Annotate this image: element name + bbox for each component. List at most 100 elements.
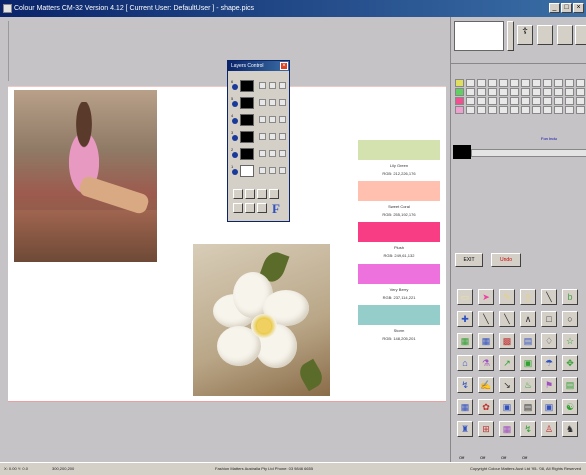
layer-checkbox[interactable] [269,167,276,174]
layer-visibility-icon[interactable] [232,84,238,90]
layer-row[interactable]: 1 [231,164,288,178]
colour-cell[interactable] [576,79,585,87]
close-button[interactable]: × [573,3,584,13]
layer-checkbox[interactable] [259,116,266,123]
maximize-button[interactable]: □ [561,3,572,13]
colour-cell[interactable] [565,106,574,114]
colour-swatch[interactable] [358,181,440,201]
photo-girl-pink-dress[interactable] [14,90,157,262]
layer-tool-button[interactable] [269,189,279,199]
layer-tool-button[interactable] [233,203,243,213]
layer-row[interactable]: 2 [231,147,288,161]
colour-cell[interactable] [466,106,475,114]
figure-icon[interactable]: ☦ [517,25,533,45]
layer-row[interactable]: 3 [231,130,288,144]
colour-cell[interactable] [532,106,541,114]
colour-cell[interactable] [554,106,563,114]
layer-tool-button[interactable] [245,203,255,213]
colour-cell[interactable] [510,97,519,105]
colour-cell[interactable] [488,97,497,105]
photo-white-flower[interactable] [193,244,330,396]
layer-checkbox[interactable] [269,133,276,140]
layer-checkbox[interactable] [279,133,286,140]
drawing-tool-icon[interactable]: ✿ [478,399,494,415]
drawing-tool-icon[interactable]: ♢ [541,333,557,349]
colour-cell[interactable] [565,79,574,87]
colour-cell[interactable] [455,88,464,96]
colour-cell[interactable] [488,79,497,87]
layer-visibility-icon[interactable] [232,101,238,107]
drawing-tool-icon[interactable]: ➤ [478,289,494,305]
colour-cell[interactable] [477,97,486,105]
colour-cell[interactable] [532,88,541,96]
colour-cell[interactable] [466,88,475,96]
drawing-tool-icon[interactable]: ▤ [562,377,578,393]
undo-button[interactable]: Undo [491,253,521,267]
minimize-button[interactable]: _ [549,3,560,13]
colour-cell[interactable] [554,88,563,96]
drawing-tool-icon[interactable]: ▦ [457,333,473,349]
colour-cell[interactable] [477,106,486,114]
drawing-tool-icon[interactable]: ▦ [457,399,473,415]
palette-icon[interactable] [557,25,573,45]
drawing-tool-icon[interactable]: ☆ [562,333,578,349]
colour-cell[interactable] [554,97,563,105]
layer-row[interactable]: 5 [231,96,288,110]
drawing-tool-icon[interactable]: ▦ [499,421,515,437]
drawing-tool-icon[interactable]: ✎ [499,289,515,305]
colour-cell[interactable] [499,106,508,114]
drawing-tool-icon[interactable]: b [562,289,578,305]
colour-cell[interactable] [466,97,475,105]
drawing-tool-icon[interactable]: ╲ [541,289,557,305]
layer-row[interactable]: 6 [231,79,288,93]
colour-cell[interactable] [543,88,552,96]
drawing-tool-icon[interactable]: ♜ [457,421,473,437]
colour-cell[interactable] [521,106,530,114]
drawing-tool-icon[interactable]: ♨ [520,377,536,393]
colour-cell[interactable] [521,88,530,96]
drawing-tool-icon[interactable]: ⚗ [478,355,494,371]
colour-cell[interactable] [466,79,475,87]
layer-thumbnail[interactable] [240,80,254,92]
drawing-tool-icon[interactable]: ☂ [541,355,557,371]
colour-cell[interactable] [521,79,530,87]
colour-cell[interactable] [554,79,563,87]
layer-thumbnail[interactable] [240,165,254,177]
layer-checkbox[interactable] [279,167,286,174]
colour-cell[interactable] [499,79,508,87]
colour-cell[interactable] [488,88,497,96]
colour-swatch[interactable] [358,305,440,325]
layer-checkbox[interactable] [269,116,276,123]
layer-visibility-icon[interactable] [232,169,238,175]
drawing-tool-icon[interactable]: ▩ [499,333,515,349]
drawing-tool-icon[interactable]: ▣ [499,399,515,415]
drawing-tool-icon[interactable]: ♞ [562,421,578,437]
colour-swatch[interactable] [358,222,440,242]
layer-checkbox[interactable] [259,82,266,89]
drawing-tool-icon[interactable]: ⌂ [457,355,473,371]
layer-tool-button[interactable] [233,189,243,199]
layer-checkbox[interactable] [269,150,276,157]
colour-swatch[interactable] [358,264,440,284]
drawing-tool-icon[interactable]: ↯ [457,377,473,393]
drawing-tool-icon[interactable]: ∧ [520,311,536,327]
colour-cell[interactable] [576,106,585,114]
layers-close-button[interactable]: × [280,62,288,70]
layer-checkbox[interactable] [269,82,276,89]
colour-cell[interactable] [488,106,497,114]
drawing-tool-icon[interactable]: ▤ [520,333,536,349]
exit-button[interactable]: EXIT [455,253,483,267]
colour-cell[interactable] [565,97,574,105]
colour-cell[interactable] [576,88,585,96]
colour-slider[interactable] [471,149,586,157]
drawing-tool-icon[interactable]: ▣ [520,355,536,371]
layer-checkbox[interactable] [279,99,286,106]
colour-swatch[interactable] [358,140,440,160]
layer-thumbnail[interactable] [240,114,254,126]
layer-checkbox[interactable] [269,99,276,106]
layer-tool-button[interactable] [257,189,267,199]
preview-scroll[interactable] [507,21,514,51]
colour-cell[interactable] [543,106,552,114]
drawing-tool-icon[interactable]: ✚ [457,311,473,327]
layer-visibility-icon[interactable] [232,135,238,141]
